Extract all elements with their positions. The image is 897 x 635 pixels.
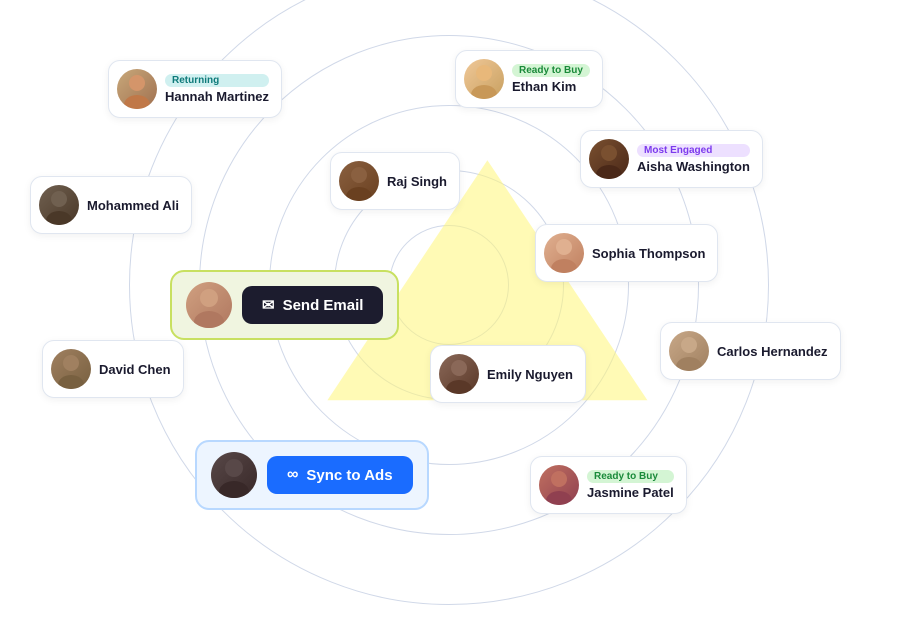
main-scene: Returning Hannah Martinez Ready to Buy E… — [0, 0, 897, 570]
person-name-mohammed: Mohammed Ali — [87, 198, 179, 213]
person-name-raj: Raj Singh — [387, 174, 447, 189]
person-info-raj: Raj Singh — [387, 174, 447, 189]
send-email-card[interactable]: ✉ Send Email — [170, 270, 399, 340]
meta-icon: ∞ — [287, 466, 298, 484]
person-card-carlos[interactable]: Carlos Hernandez — [660, 322, 841, 380]
person-card-sophia[interactable]: Sophia Thompson — [535, 224, 718, 282]
person-card-aisha[interactable]: Most Engaged Aisha Washington — [580, 130, 763, 188]
badge-hannah: Returning — [165, 74, 269, 87]
sync-ads-button[interactable]: ∞ Sync to Ads — [267, 456, 413, 494]
avatar-jasmine — [539, 465, 579, 505]
send-email-label: Send Email — [283, 297, 364, 314]
sync-ads-label: Sync to Ads — [306, 467, 392, 484]
person-name-aisha: Aisha Washington — [637, 159, 750, 174]
person-name-ethan: Ethan Kim — [512, 79, 590, 94]
avatar-sophia — [544, 233, 584, 273]
person-info-jasmine: Ready to Buy Jasmine Patel — [587, 470, 674, 500]
avatar-ethan — [464, 59, 504, 99]
person-info-hannah: Returning Hannah Martinez — [165, 74, 269, 104]
badge-aisha: Most Engaged — [637, 144, 750, 157]
person-info-carlos: Carlos Hernandez — [717, 344, 828, 359]
avatar-mohammed — [39, 185, 79, 225]
email-icon: ✉ — [262, 296, 275, 314]
send-email-button[interactable]: ✉ Send Email — [242, 286, 383, 324]
person-name-david: David Chen — [99, 362, 171, 377]
person-info-emily: Emily Nguyen — [487, 367, 573, 382]
person-name-carlos: Carlos Hernandez — [717, 344, 828, 359]
avatar-raj — [339, 161, 379, 201]
avatar-emily — [439, 354, 479, 394]
person-card-mohammed[interactable]: Mohammed Ali — [30, 176, 192, 234]
sync-ads-card[interactable]: ∞ Sync to Ads — [195, 440, 429, 510]
person-info-david: David Chen — [99, 362, 171, 377]
avatar-center-person — [186, 282, 232, 328]
person-info-mohammed: Mohammed Ali — [87, 198, 179, 213]
avatar-aisha — [589, 139, 629, 179]
person-name-jasmine: Jasmine Patel — [587, 485, 674, 500]
person-info-sophia: Sophia Thompson — [592, 246, 705, 261]
person-card-david[interactable]: David Chen — [42, 340, 184, 398]
person-card-raj[interactable]: Raj Singh — [330, 152, 460, 210]
person-info-ethan: Ready to Buy Ethan Kim — [512, 64, 590, 94]
avatar-david — [51, 349, 91, 389]
person-card-jasmine[interactable]: Ready to Buy Jasmine Patel — [530, 456, 687, 514]
avatar-sync-person — [211, 452, 257, 498]
person-name-sophia: Sophia Thompson — [592, 246, 705, 261]
person-card-hannah[interactable]: Returning Hannah Martinez — [108, 60, 282, 118]
person-card-emily[interactable]: Emily Nguyen — [430, 345, 586, 403]
person-info-aisha: Most Engaged Aisha Washington — [637, 144, 750, 174]
badge-jasmine: Ready to Buy — [587, 470, 674, 483]
person-name-emily: Emily Nguyen — [487, 367, 573, 382]
person-name-hannah: Hannah Martinez — [165, 89, 269, 104]
avatar-carlos — [669, 331, 709, 371]
badge-ethan: Ready to Buy — [512, 64, 590, 77]
person-card-ethan[interactable]: Ready to Buy Ethan Kim — [455, 50, 603, 108]
avatar-hannah — [117, 69, 157, 109]
